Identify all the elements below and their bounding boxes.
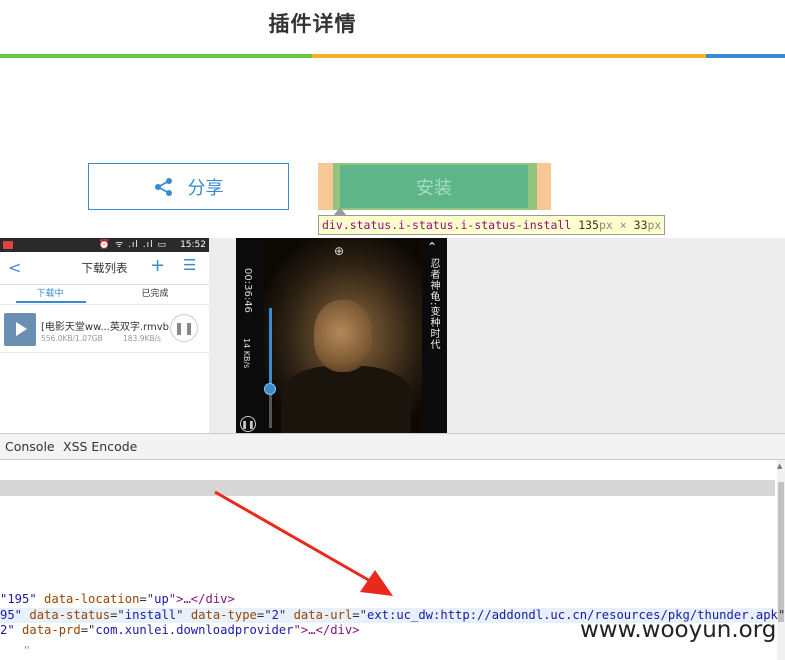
watermark: www.wooyun.org [580, 617, 777, 643]
red-arrow-annotation [214, 490, 393, 596]
